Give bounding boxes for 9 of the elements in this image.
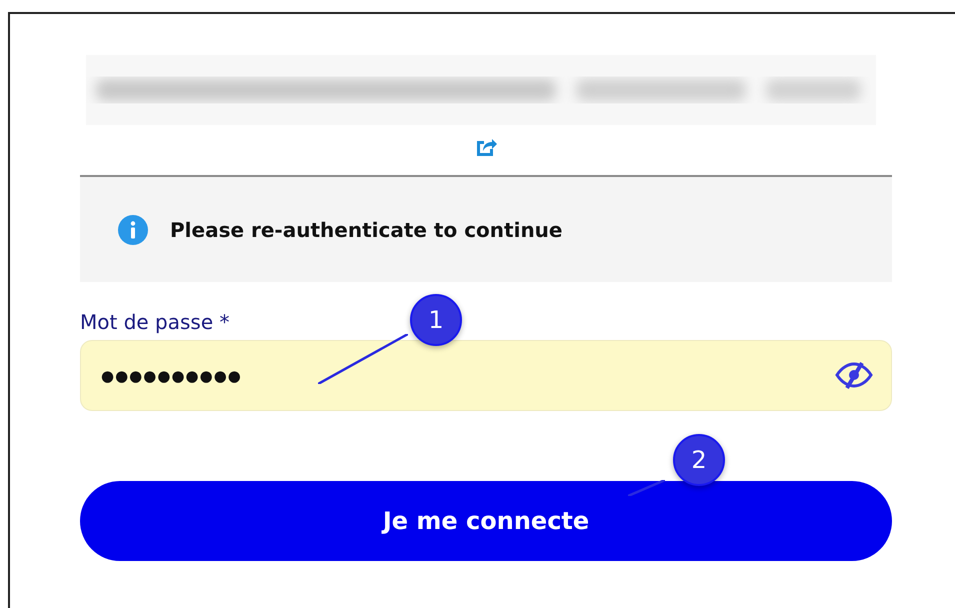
submit-button[interactable]: Je me connecte [80, 481, 892, 561]
info-icon [118, 214, 148, 244]
leader-line [628, 480, 665, 496]
notice-text: Please re-authenticate to continue [170, 218, 562, 242]
password-field[interactable]: ●●●●●●●●●● [80, 340, 892, 411]
password-label: Mot de passe * [80, 310, 230, 334]
callout-number: 1 [410, 294, 462, 346]
eye-slash-icon[interactable] [834, 360, 874, 390]
callout-number: 2 [673, 434, 725, 486]
